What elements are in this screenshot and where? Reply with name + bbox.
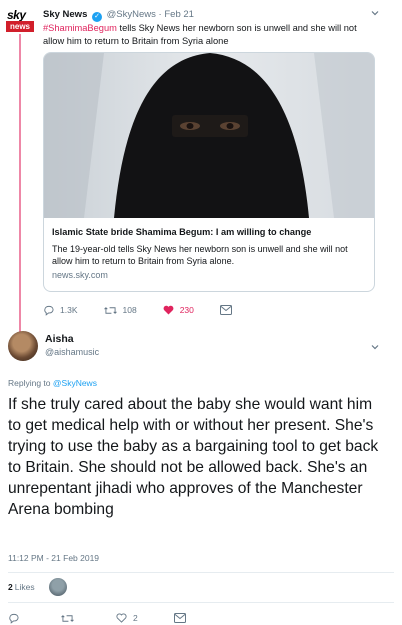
author-name[interactable]: Sky News [43, 9, 87, 20]
likes-count: 2 [8, 582, 13, 592]
hashtag-link[interactable]: #ShamimaBegum [43, 23, 117, 33]
card-image [44, 53, 374, 218]
chevron-down-icon[interactable] [370, 342, 380, 354]
reply-button[interactable] [8, 613, 25, 624]
card-body: Islamic State bride Shamima Begum: I am … [44, 218, 374, 291]
parent-tweet-text: #ShamimaBegum tells Sky News her newborn… [43, 22, 373, 48]
author-handle[interactable]: @SkyNews [107, 9, 156, 20]
tweet-date[interactable]: Feb 21 [164, 9, 194, 20]
quoted-parent-tweet: sky news Sky News ✓ @SkyNews · Feb 21 #S… [0, 0, 402, 334]
retweet-icon [61, 614, 74, 622]
reply-icon [9, 613, 19, 624]
reply-tweet: Aisha @aishamusic Replying to @SkyNews I… [0, 325, 402, 625]
thread-connector-line [19, 34, 21, 334]
like-count: 230 [179, 305, 194, 315]
likes-summary[interactable]: 2 Likes [8, 576, 67, 598]
author-name[interactable]: Aisha [45, 333, 74, 345]
reply-icon [44, 305, 54, 316]
card-title: Islamic State bride Shamima Begum: I am … [52, 227, 312, 237]
card-description: The 19-year-old tells Sky News her newbo… [52, 244, 348, 266]
chevron-down-icon[interactable] [370, 8, 380, 18]
reply-count: 1.3K [60, 305, 78, 315]
direct-message-button[interactable] [219, 305, 238, 315]
envelope-icon [173, 613, 186, 623]
verified-badge-icon: ✓ [92, 12, 103, 22]
retweet-button[interactable] [61, 613, 80, 624]
logo-text-news: news [6, 21, 34, 32]
tweet-timestamp[interactable]: 11:12 PM - 21 Feb 2019 [8, 553, 99, 563]
replying-to-link[interactable]: @SkyNews [53, 378, 97, 388]
heart-outline-icon [116, 613, 127, 623]
reply-tweet-actions: 2 [8, 611, 268, 625]
parent-tweet-header: Sky News ✓ @SkyNews · Feb 21 [43, 9, 194, 22]
direct-message-button[interactable] [173, 613, 192, 623]
like-button[interactable]: 230 [163, 305, 194, 315]
divider [8, 572, 394, 573]
heart-filled-icon [163, 305, 174, 315]
parent-tweet-actions: 1.3K 108 230 [43, 302, 283, 318]
replying-to: Replying to @SkyNews [8, 378, 97, 388]
logo-text-sky: sky [7, 8, 26, 22]
card-domain: news.sky.com [52, 270, 108, 280]
divider [8, 602, 394, 603]
retweet-button[interactable]: 108 [103, 305, 137, 316]
sky-news-avatar[interactable]: sky news [6, 8, 34, 34]
link-preview-card[interactable]: Islamic State bride Shamima Begum: I am … [43, 52, 375, 292]
replying-prefix: Replying to [8, 378, 53, 388]
avatar[interactable] [8, 331, 38, 361]
like-button[interactable]: 2 [116, 613, 138, 623]
retweet-icon [103, 306, 117, 314]
header-separator: · [158, 9, 162, 20]
likes-label: Likes [14, 582, 35, 592]
like-count: 2 [133, 613, 138, 623]
author-handle[interactable]: @aishamusic [45, 347, 99, 357]
reply-tweet-text: If she truly cared about the baby she wo… [8, 396, 379, 518]
reply-button[interactable]: 1.3K [43, 305, 78, 316]
retweet-count: 108 [122, 305, 137, 315]
liker-avatar[interactable] [48, 578, 67, 596]
envelope-icon [219, 305, 232, 315]
